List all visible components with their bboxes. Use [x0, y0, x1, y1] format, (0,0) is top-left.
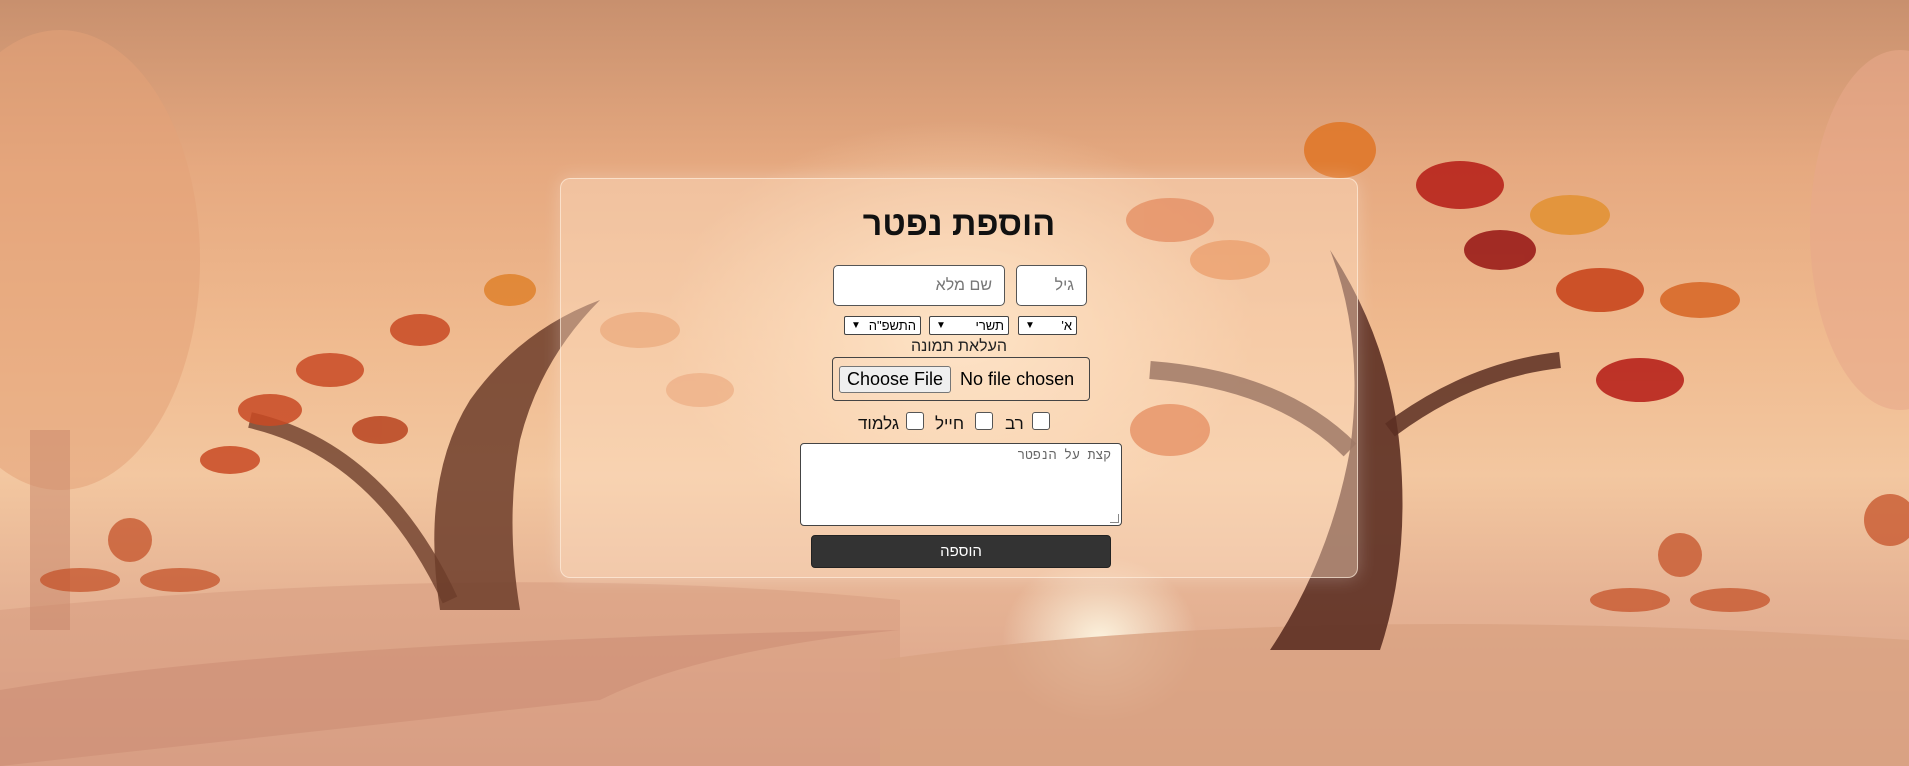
form-title: הוספת נפטר: [862, 205, 1056, 243]
add-button[interactable]: הוספה: [811, 535, 1111, 568]
year-select[interactable]: התשפ"ה ▼: [844, 316, 921, 335]
month-select[interactable]: תשרי ▼: [929, 316, 1009, 335]
soldier-checkbox[interactable]: [975, 412, 993, 430]
chevron-down-icon: ▼: [1025, 320, 1035, 331]
file-status-text: No file chosen: [960, 368, 1075, 389]
chevron-down-icon: ▼: [936, 320, 946, 331]
soldier-label: חייל: [935, 414, 965, 433]
year-select-value: התשפ"ה: [868, 318, 916, 333]
day-select[interactable]: א' ▼: [1018, 316, 1077, 335]
day-select-value: א': [1061, 318, 1072, 333]
image-upload-label: העלאת תמונה: [910, 338, 1008, 355]
about-deceased-textarea[interactable]: קצת על הנפטר: [800, 443, 1122, 526]
galmud-checkbox[interactable]: [906, 412, 924, 430]
resize-handle-icon[interactable]: [1110, 514, 1119, 523]
image-upload-field: Choose File No file chosen: [832, 357, 1090, 401]
galmud-label: גלמוד: [858, 414, 900, 433]
add-deceased-form: הוספת נפטר א' ▼ תשרי ▼ התשפ"ה ▼ העלאת תמ…: [560, 178, 1358, 578]
month-select-value: תשרי: [975, 318, 1004, 333]
age-input[interactable]: [1016, 265, 1087, 306]
chevron-down-icon: ▼: [851, 320, 861, 331]
about-deceased-placeholder: קצת על הנפטר: [1017, 448, 1111, 463]
full-name-input[interactable]: [833, 265, 1005, 306]
choose-file-button[interactable]: Choose File: [839, 365, 952, 393]
rav-checkbox[interactable]: [1032, 412, 1050, 430]
rav-label: רב: [1005, 414, 1024, 433]
